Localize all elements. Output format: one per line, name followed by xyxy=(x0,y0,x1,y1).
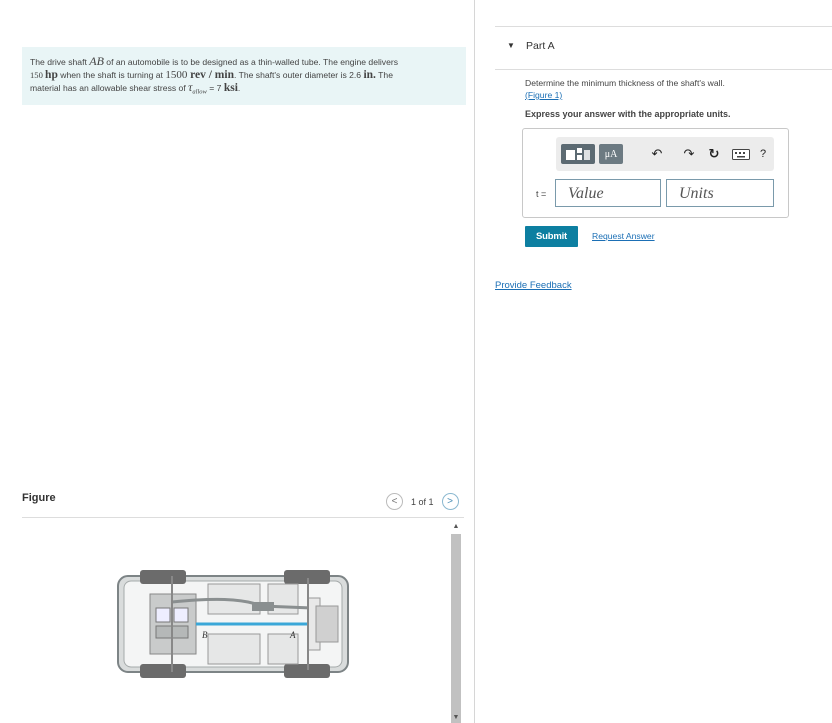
templates-icon xyxy=(566,148,590,160)
speed-unit: rev / min xyxy=(190,68,234,81)
shaft-label: AB xyxy=(89,54,104,68)
collapse-caret-icon[interactable]: ▼ xyxy=(507,41,515,50)
wheel xyxy=(140,570,186,584)
scroll-up-arrow-icon[interactable]: ▲ xyxy=(451,523,461,531)
problem-pane: The drive shaft AB of an automobile is t… xyxy=(0,0,474,723)
scroll-down-arrow-icon[interactable]: ▼ xyxy=(451,714,461,722)
problem-text: The drive shaft xyxy=(30,57,90,67)
wheel xyxy=(140,664,186,678)
problem-text: when the shaft is turning at xyxy=(57,69,166,80)
reset-icon[interactable]: ↻ xyxy=(706,144,722,164)
chevron-left-icon: < xyxy=(391,496,398,507)
answer-instruction: Express your answer with the appropriate… xyxy=(525,109,731,119)
help-button[interactable]: ? xyxy=(756,144,770,164)
seat xyxy=(207,633,261,665)
question-text: Determine the minimum thickness of the s… xyxy=(525,77,725,101)
problem-text: of an automobile is to be designed as a … xyxy=(103,57,399,67)
provide-feedback-link[interactable]: Provide Feedback xyxy=(495,280,572,291)
figure-link[interactable]: (Figure 1) xyxy=(525,90,562,100)
power-value: 150 xyxy=(30,69,46,80)
part-a-header[interactable]: ▼ Part A xyxy=(495,26,832,70)
problem-statement: The drive shaft AB of an automobile is t… xyxy=(22,47,466,105)
problem-text: . The shaft's outer diameter is 2.6 xyxy=(233,69,364,80)
differential xyxy=(315,605,339,643)
units-symbol-button[interactable]: μA xyxy=(599,144,623,164)
pane-divider xyxy=(474,0,475,723)
problem-text: The xyxy=(375,69,393,80)
undo-icon[interactable]: ↶ xyxy=(649,144,665,164)
answer-area: μA ↶ ↷ ↻ ? t = xyxy=(522,128,789,218)
next-figure-button[interactable]: > xyxy=(441,493,459,510)
diameter-unit: in. xyxy=(363,68,376,81)
scrollbar-thumb[interactable] xyxy=(451,534,461,723)
figure-divider xyxy=(22,517,464,518)
keyboard-icon xyxy=(732,148,750,160)
units-input[interactable] xyxy=(666,179,774,207)
prev-figure-button[interactable]: < xyxy=(386,493,403,510)
question-body: Determine the minimum thickness of the s… xyxy=(525,78,725,88)
stress-unit: ksi xyxy=(223,82,238,94)
problem-text: material has an allowable shear stress o… xyxy=(30,83,189,93)
point-a-label: A xyxy=(289,630,296,640)
speed-value: 1500 xyxy=(165,68,191,81)
request-answer-link[interactable]: Request Answer xyxy=(592,231,655,241)
power-unit: hp xyxy=(45,68,58,81)
math-toolbar: μA ↶ ↷ ↻ ? xyxy=(556,137,774,171)
redo-icon[interactable]: ↷ xyxy=(681,144,697,164)
submit-button[interactable]: Submit xyxy=(525,226,578,247)
problem-text: . xyxy=(237,83,241,93)
problem-text: = 7 xyxy=(206,83,224,93)
value-input[interactable] xyxy=(555,179,661,207)
point-b-label: B xyxy=(202,630,208,640)
part-title: Part A xyxy=(526,40,555,52)
variable-label: t = xyxy=(536,189,547,199)
car-chassis-figure: B A xyxy=(117,570,349,678)
figure-pagination: < 1 of 1 > xyxy=(386,493,459,510)
chevron-right-icon: > xyxy=(447,496,453,507)
keyboard-button[interactable] xyxy=(730,144,752,164)
templates-button[interactable] xyxy=(561,144,595,164)
tau-subscript: allow xyxy=(192,88,207,96)
figure-heading: Figure xyxy=(22,492,56,504)
figure-count: 1 of 1 xyxy=(411,496,434,507)
